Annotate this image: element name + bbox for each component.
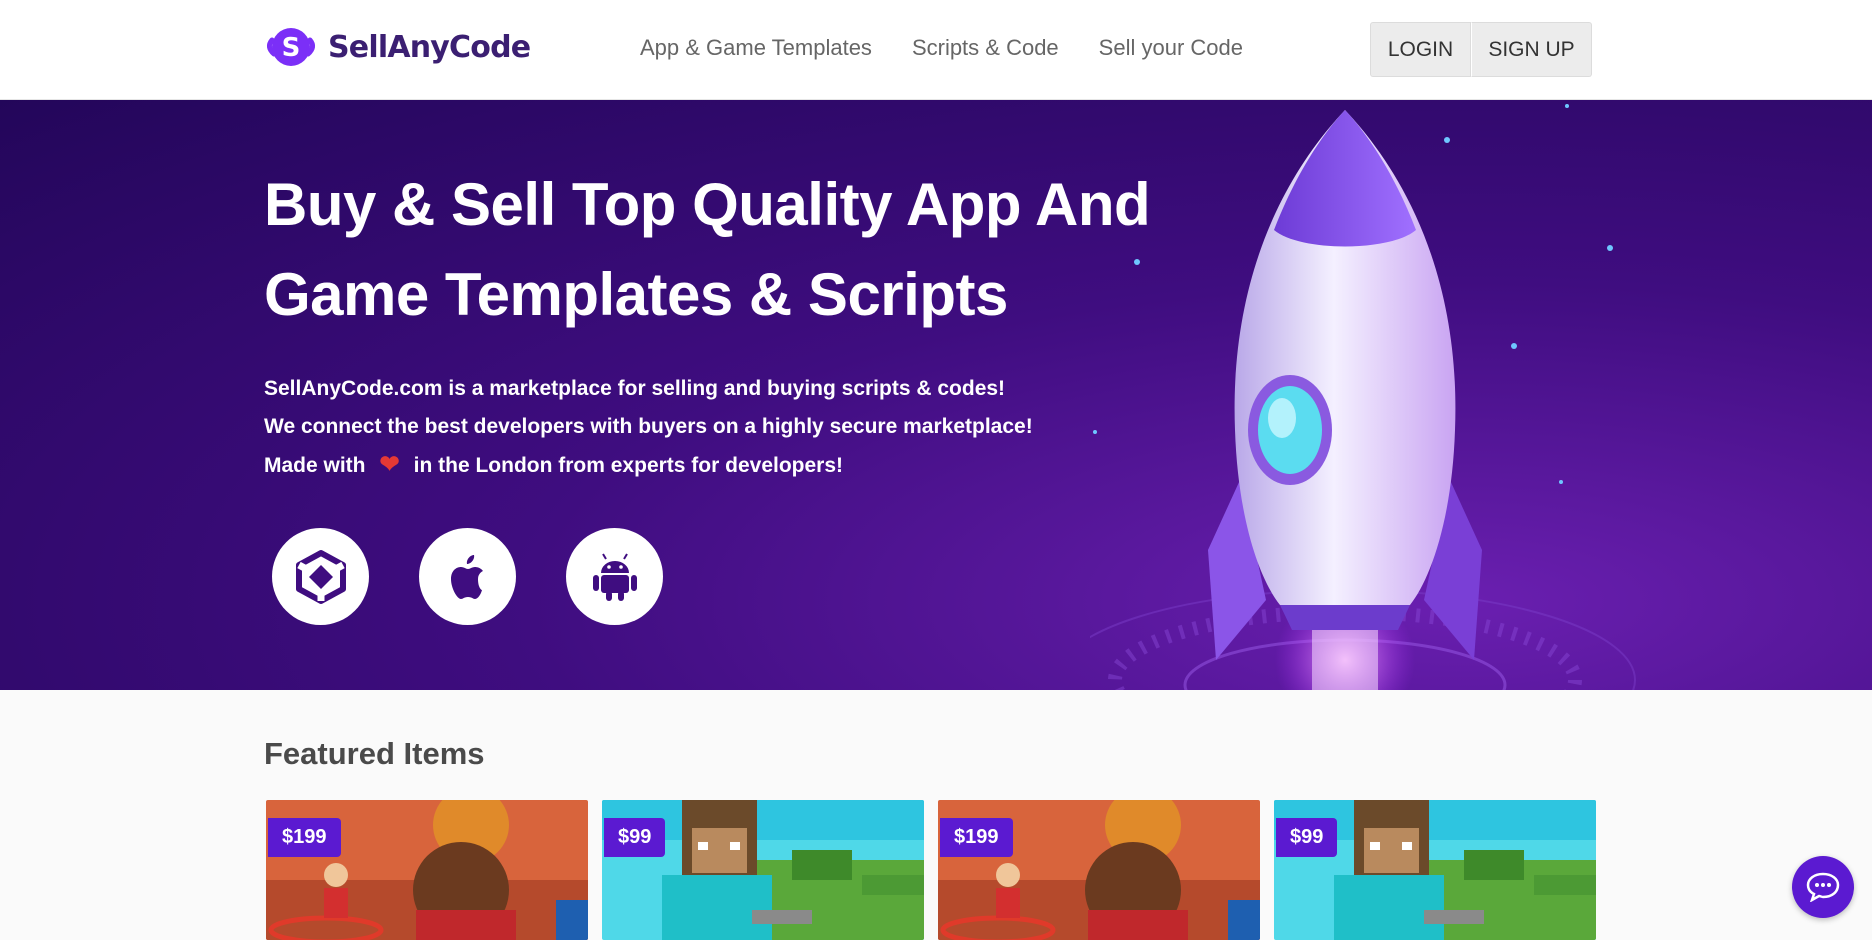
hero-title: Buy & Sell Top Quality App And Game Temp… [264, 160, 1164, 340]
featured-items-grid: $199 $99 $199 $99 [266, 800, 1596, 940]
hero-line-1: SellAnyCode.com is a marketplace for sel… [264, 377, 1006, 400]
auth-buttons: LOGIN SIGN UP [1370, 22, 1592, 77]
unity-platform-button[interactable] [272, 528, 369, 625]
apple-icon [450, 554, 483, 599]
item-price: $99 [1276, 818, 1338, 857]
chat-bubble-icon [1806, 872, 1840, 902]
featured-item-card[interactable]: $199 [266, 800, 588, 940]
site-logo[interactable]: S SellAnyCode [264, 26, 531, 68]
featured-item-card[interactable]: $99 [602, 800, 924, 940]
nav-scripts-code[interactable]: Scripts & Code [912, 35, 1059, 61]
featured-item-card[interactable]: $199 [938, 800, 1260, 940]
logo-mark-icon: S [266, 28, 316, 66]
hero-description: SellAnyCode.com is a marketplace for sel… [264, 370, 1084, 485]
unity-icon [295, 549, 346, 604]
signup-button[interactable]: SIGN UP [1471, 22, 1592, 77]
hero-line-2: We connect the best developers with buye… [264, 415, 1033, 438]
item-price: $199 [940, 818, 1013, 857]
rocket-illustration [1090, 104, 1636, 690]
logo-text: SellAnyCode [328, 29, 531, 65]
hero-banner: Buy & Sell Top Quality App And Game Temp… [0, 100, 1872, 690]
svg-text:S: S [282, 33, 301, 63]
hero-line-3-start: Made with [264, 454, 366, 477]
login-button[interactable]: LOGIN [1370, 22, 1471, 77]
hero-title-line-1: Buy & Sell Top Quality App And [264, 171, 1151, 238]
android-platform-button[interactable] [566, 528, 663, 625]
item-price: $99 [604, 818, 666, 857]
heart-icon: ❤ [379, 451, 400, 478]
chat-button[interactable] [1792, 856, 1854, 918]
hero-line-3: Made with ❤ in the London from experts for… [264, 446, 1084, 485]
nav-sell-your-code[interactable]: Sell your Code [1099, 35, 1243, 61]
item-price: $199 [268, 818, 341, 857]
android-icon [592, 552, 637, 601]
nav-app-game-templates[interactable]: App & Game Templates [640, 35, 872, 61]
main-nav: App & Game Templates Scripts & Code Sell… [640, 35, 1243, 61]
featured-items-title: Featured Items [264, 736, 485, 771]
platform-icons [272, 528, 663, 625]
site-header: S SellAnyCode App & Game Templates Scrip… [0, 0, 1872, 100]
hero-title-line-2: Game Templates & Scripts [264, 261, 1008, 328]
featured-item-card[interactable]: $99 [1274, 800, 1596, 940]
hero-line-3-end: in the London from experts for developer… [413, 454, 844, 477]
apple-platform-button[interactable] [419, 528, 516, 625]
